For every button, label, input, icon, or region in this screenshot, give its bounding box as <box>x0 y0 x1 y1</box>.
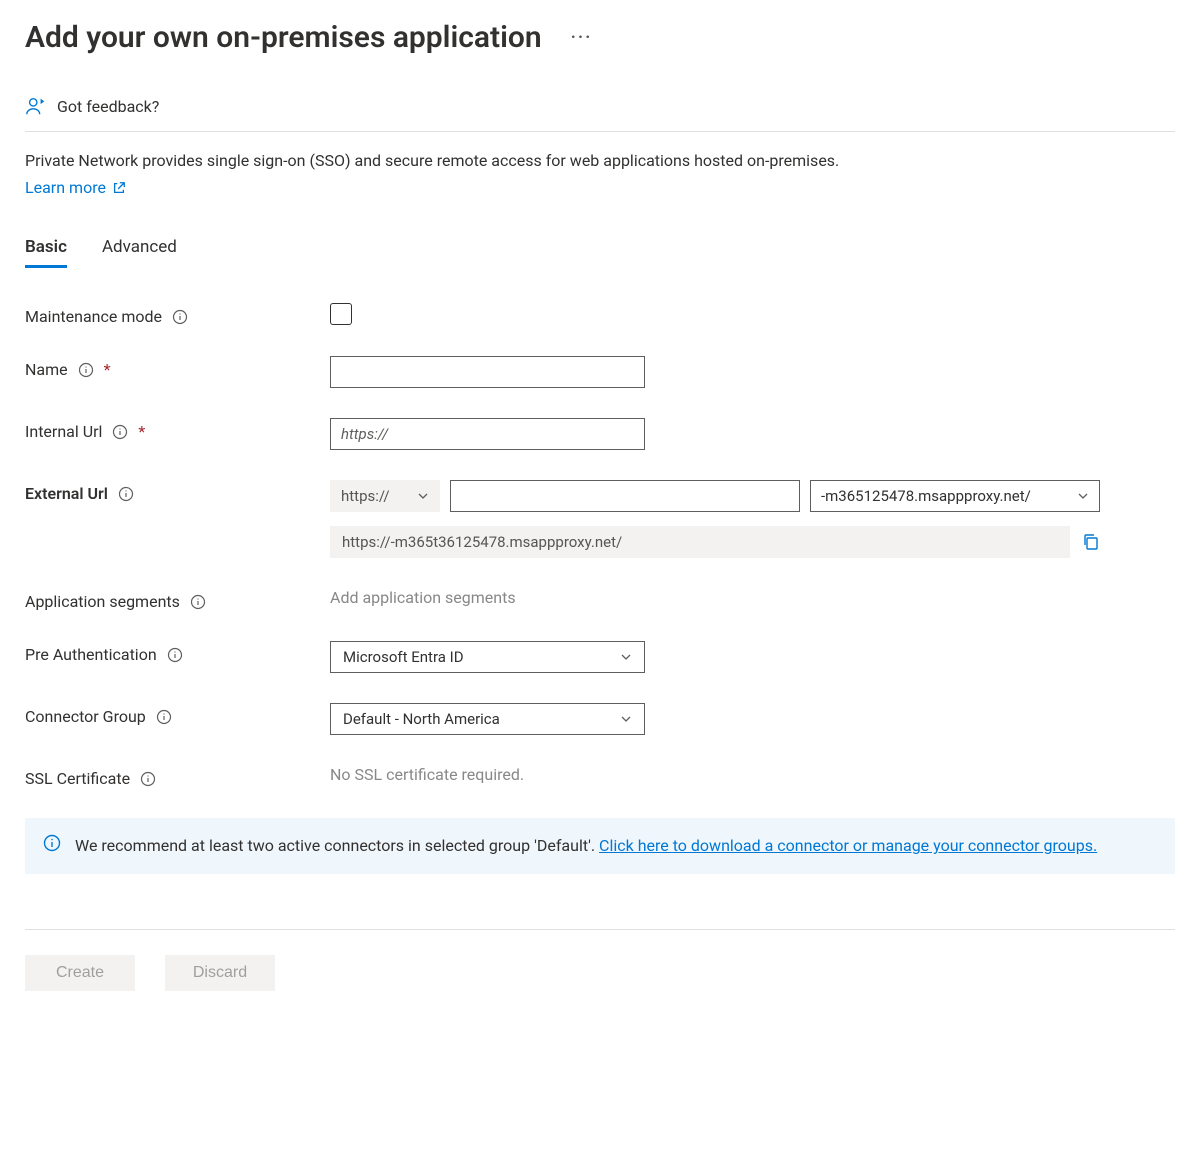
field-app-segments: Application segments Add application seg… <box>25 588 1175 611</box>
name-input[interactable] <box>330 356 645 388</box>
external-link-icon <box>112 181 126 195</box>
info-icon[interactable] <box>172 309 188 325</box>
info-icon[interactable] <box>190 594 206 610</box>
banner-link[interactable]: Click here to download a connector or ma… <box>599 836 1097 855</box>
chevron-down-icon <box>417 490 429 502</box>
ssl-cert-label: SSL Certificate <box>25 769 130 788</box>
info-icon[interactable] <box>167 647 183 663</box>
banner-text: We recommend at least two active connect… <box>75 836 599 855</box>
external-url-label: External Url <box>25 484 108 503</box>
name-label: Name <box>25 360 68 379</box>
info-icon[interactable] <box>112 424 128 440</box>
external-url-scheme-select[interactable]: https:// <box>330 480 440 512</box>
field-ssl-cert: SSL Certificate No SSL certificate requi… <box>25 765 1175 788</box>
field-pre-auth: Pre Authentication Microsoft Entra ID <box>25 641 1175 673</box>
learn-more-link[interactable]: Learn more <box>25 178 126 197</box>
add-app-segments-link[interactable]: Add application segments <box>330 588 516 607</box>
field-external-url: External Url https:// -m365125478.msappp… <box>25 480 1175 558</box>
footer: Create Discard <box>25 929 1175 991</box>
scheme-value: https:// <box>341 487 390 505</box>
external-url-host-input[interactable] <box>450 480 800 512</box>
tab-basic[interactable]: Basic <box>25 237 67 268</box>
pre-auth-label: Pre Authentication <box>25 645 157 664</box>
info-icon[interactable] <box>156 709 172 725</box>
learn-more-label: Learn more <box>25 178 106 197</box>
connector-recommendation-banner: We recommend at least two active connect… <box>25 818 1175 873</box>
create-button[interactable]: Create <box>25 955 135 991</box>
chevron-down-icon <box>620 651 632 663</box>
feedback-button[interactable]: Got feedback? <box>25 95 1175 132</box>
chevron-down-icon <box>620 713 632 725</box>
more-actions-button[interactable]: ··· <box>567 23 597 52</box>
required-indicator: * <box>104 360 111 379</box>
chevron-down-icon <box>1077 490 1089 502</box>
generated-external-url: https://-m365t36125478.msappproxy.net/ <box>330 526 1070 558</box>
info-icon[interactable] <box>118 486 134 502</box>
feedback-icon <box>25 95 47 117</box>
discard-button[interactable]: Discard <box>165 955 275 991</box>
info-icon <box>43 834 61 852</box>
feedback-label: Got feedback? <box>57 97 159 116</box>
domain-value: -m365125478.msappproxy.net/ <box>821 487 1031 505</box>
field-connector-group: Connector Group Default - North America <box>25 703 1175 735</box>
tabs: Basic Advanced <box>25 237 1175 268</box>
pre-auth-value: Microsoft Entra ID <box>343 648 464 666</box>
copy-icon[interactable] <box>1082 533 1100 551</box>
required-indicator: * <box>138 422 145 441</box>
maintenance-mode-label: Maintenance mode <box>25 307 162 326</box>
field-maintenance-mode: Maintenance mode <box>25 303 1175 326</box>
page-title-text: Add your own on-premises application <box>25 20 542 55</box>
pre-auth-select[interactable]: Microsoft Entra ID <box>330 641 645 673</box>
external-url-domain-select[interactable]: -m365125478.msappproxy.net/ <box>810 480 1100 512</box>
app-segments-label: Application segments <box>25 592 180 611</box>
page-title: Add your own on-premises application ··· <box>25 20 1175 55</box>
internal-url-label: Internal Url <box>25 422 102 441</box>
connector-group-select[interactable]: Default - North America <box>330 703 645 735</box>
field-name: Name * <box>25 356 1175 388</box>
internal-url-input[interactable] <box>330 418 645 450</box>
info-icon[interactable] <box>78 362 94 378</box>
ssl-cert-status: No SSL certificate required. <box>330 765 524 784</box>
connector-group-label: Connector Group <box>25 707 146 726</box>
field-internal-url: Internal Url * <box>25 418 1175 450</box>
maintenance-mode-checkbox[interactable] <box>330 303 352 325</box>
tab-advanced[interactable]: Advanced <box>102 237 177 268</box>
info-icon[interactable] <box>140 771 156 787</box>
page-description: Private Network provides single sign-on … <box>25 150 1175 172</box>
connector-group-value: Default - North America <box>343 710 500 728</box>
